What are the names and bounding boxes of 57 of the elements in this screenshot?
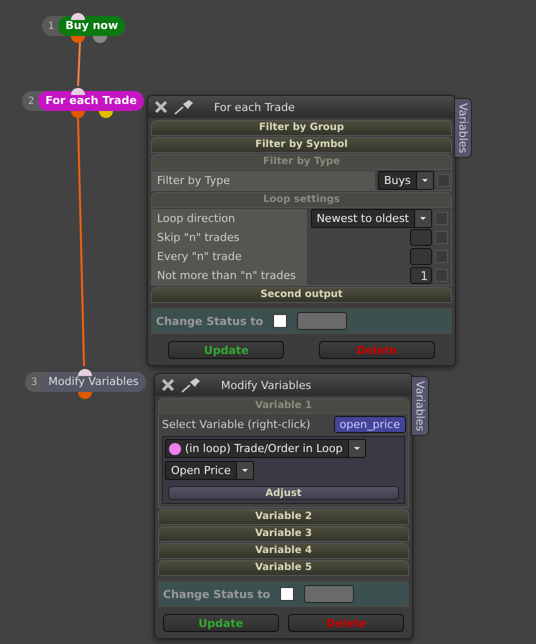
port-icon — [99, 111, 113, 119]
variables-tab[interactable]: Variables — [454, 98, 472, 158]
field-label: Not more than "n" trades — [152, 266, 307, 285]
window-title: For each Trade — [214, 100, 295, 114]
flow-node[interactable]: 3 Modify Variables — [25, 372, 146, 392]
checkbox[interactable] — [436, 174, 450, 187]
port-icon — [71, 111, 85, 119]
dropdown[interactable]: Buys — [378, 171, 434, 190]
pin-icon[interactable] — [174, 99, 194, 115]
field-label: Skip "n" trades — [152, 228, 307, 247]
section-header[interactable]: Variable 5 — [158, 560, 409, 576]
section-header[interactable]: Variable 4 — [158, 543, 409, 559]
port-icon — [93, 36, 107, 44]
caret-icon — [236, 462, 253, 479]
variable-chip[interactable]: open_price — [334, 416, 406, 433]
port-icon — [78, 366, 92, 376]
field-label: Change Status to — [163, 588, 270, 600]
checkbox[interactable] — [280, 587, 294, 601]
port-icon — [71, 85, 85, 95]
number-field[interactable]: 1 — [410, 267, 432, 284]
section-header[interactable]: Filter by Group — [151, 120, 452, 136]
section-header[interactable]: Filter by Symbol — [151, 137, 452, 153]
checkbox[interactable] — [435, 231, 448, 244]
adjust-button[interactable]: Adjust — [168, 486, 399, 500]
pin-icon[interactable] — [181, 377, 201, 393]
checkbox[interactable] — [273, 314, 288, 328]
caret-icon — [348, 440, 365, 457]
update-button[interactable]: Update — [168, 341, 284, 359]
section-header[interactable]: Variable 2 — [158, 509, 409, 525]
variables-tab[interactable]: Variables — [411, 376, 429, 436]
dropdown[interactable]: (in loop) Trade/Order in Loop — [165, 439, 366, 458]
port-icon — [78, 392, 92, 400]
field-label: Select Variable (right-click) — [162, 418, 310, 431]
flow-node[interactable]: 2 For each Trade — [22, 91, 144, 111]
update-button[interactable]: Update — [162, 614, 279, 632]
checkbox[interactable] — [435, 212, 448, 225]
field-label: Every "n" trade — [152, 247, 307, 266]
close-icon[interactable] — [154, 100, 168, 114]
port-icon — [71, 10, 85, 20]
section-header[interactable]: Variable 3 — [158, 526, 409, 542]
status-field[interactable] — [304, 585, 354, 603]
close-icon[interactable] — [161, 378, 175, 392]
number-field[interactable] — [410, 248, 432, 265]
number-field[interactable] — [410, 229, 432, 246]
field-label: Change Status to — [156, 314, 264, 328]
port-icon — [71, 36, 85, 44]
field-label: Loop direction — [152, 209, 307, 228]
checkbox[interactable] — [435, 269, 448, 282]
status-field[interactable] — [297, 312, 348, 330]
dropdown[interactable]: Open Price — [165, 461, 254, 480]
flow-node[interactable]: 1 Buy now — [42, 16, 126, 36]
connector-line — [77, 42, 81, 86]
section-header[interactable]: Second output — [151, 287, 452, 303]
window-title: Modify Variables — [221, 378, 312, 392]
checkbox[interactable] — [435, 250, 448, 263]
dropdown[interactable]: Newest to oldest — [310, 209, 432, 228]
field-label: Filter by Type — [152, 171, 375, 190]
